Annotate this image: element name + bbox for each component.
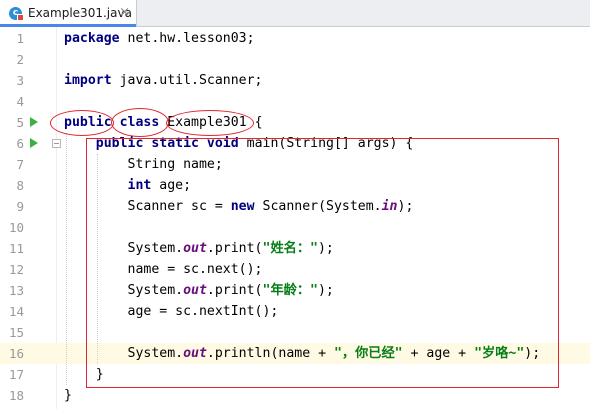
line-number: 15 — [8, 325, 24, 340]
line-number: 12 — [8, 262, 24, 277]
code-line[interactable]: 3 import java.util.Scanner; — [0, 70, 590, 91]
code-line[interactable]: 2 — [0, 49, 590, 70]
line-number: 18 — [8, 388, 24, 403]
code-token: } — [64, 388, 72, 403]
line-number: 1 — [16, 31, 24, 46]
code-text: import java.util.Scanner; — [64, 70, 263, 91]
line-number: 3 — [16, 73, 24, 88]
line-number: 2 — [16, 52, 24, 67]
java-class-icon: c — [9, 6, 24, 21]
annotation-oval-classname — [166, 110, 254, 136]
annotation-oval-class — [111, 108, 169, 137]
line-number: 7 — [16, 157, 24, 172]
code-text: package net.hw.lesson03; — [64, 28, 255, 49]
line-number: 4 — [16, 94, 24, 109]
fold-icon[interactable] — [52, 139, 61, 148]
code-token: net.hw.lesson03; — [119, 31, 255, 46]
code-token: java.util.Scanner; — [111, 73, 263, 88]
run-icon[interactable] — [30, 138, 38, 148]
file-tab-label: Example301.java — [28, 6, 132, 20]
line-number: 10 — [8, 220, 24, 235]
indent-guide — [66, 133, 67, 385]
code-line[interactable]: 4 — [0, 91, 590, 112]
line-number: 17 — [8, 367, 24, 382]
close-icon[interactable]: × — [119, 6, 130, 19]
line-number: 16 — [8, 346, 24, 361]
annotation-oval-public — [50, 110, 114, 136]
line-number: 8 — [16, 178, 24, 193]
file-tab[interactable]: c Example301.java × — [0, 0, 137, 27]
code-text: } — [64, 385, 72, 406]
code-token: package — [64, 31, 120, 46]
annotation-box-main-method — [86, 138, 559, 388]
line-number: 5 — [16, 115, 24, 130]
code-token: import — [64, 73, 112, 88]
line-number: 6 — [16, 136, 24, 151]
run-icon[interactable] — [30, 117, 38, 127]
line-number: 14 — [8, 304, 24, 319]
line-number: 9 — [16, 199, 24, 214]
line-number: 13 — [8, 283, 24, 298]
line-number: 11 — [8, 241, 24, 256]
editor-tab-bar: c Example301.java × — [0, 0, 590, 27]
code-line[interactable]: 1 package net.hw.lesson03; — [0, 28, 590, 49]
code-line[interactable]: 18} — [0, 385, 590, 406]
